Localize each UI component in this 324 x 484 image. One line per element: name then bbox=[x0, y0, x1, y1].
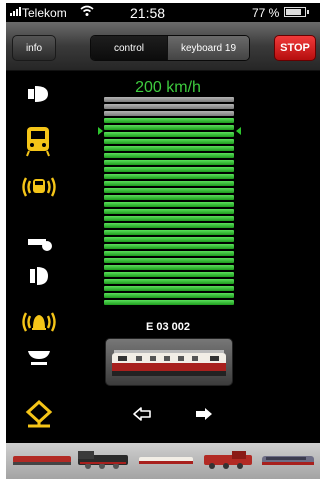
tab-control[interactable]: control bbox=[91, 36, 167, 60]
locomotive-thumb-4[interactable] bbox=[202, 449, 254, 471]
arrow-left-outline-icon[interactable] bbox=[132, 406, 152, 427]
speed-bar-active bbox=[104, 272, 234, 277]
lamp-icon[interactable] bbox=[28, 265, 50, 292]
signal-icon bbox=[10, 6, 21, 16]
bell-sound-icon[interactable] bbox=[20, 309, 58, 340]
carrier-name: Telekom bbox=[22, 6, 67, 20]
speed-bar-active bbox=[104, 188, 234, 193]
locomotive-name: E 03 002 bbox=[145, 321, 191, 333]
train-front-icon[interactable] bbox=[24, 125, 52, 162]
stop-button[interactable]: STOP bbox=[274, 35, 316, 61]
speed-bar-active bbox=[104, 230, 234, 235]
speed-bar-active bbox=[104, 118, 234, 123]
speed-bar-active bbox=[104, 209, 234, 214]
horn-sound-icon[interactable] bbox=[20, 174, 58, 205]
speed-bar-active bbox=[104, 216, 234, 221]
whistle-icon[interactable] bbox=[26, 235, 54, 258]
speed-readout: 200 km/h bbox=[135, 79, 201, 96]
coupler-icon[interactable] bbox=[25, 399, 53, 434]
speed-bar-inactive bbox=[104, 111, 234, 116]
speed-bar-active bbox=[104, 202, 234, 207]
speed-bar-active bbox=[104, 125, 234, 130]
speed-bar-active bbox=[104, 223, 234, 228]
speed-slider[interactable] bbox=[104, 97, 234, 307]
view-segmented-control: control keyboard 19 bbox=[90, 35, 250, 61]
clock: 21:58 bbox=[130, 5, 166, 21]
locomotive-thumb-2[interactable] bbox=[76, 449, 130, 471]
locomotive-image bbox=[112, 350, 226, 376]
toolbar: info control keyboard 19 STOP bbox=[6, 22, 320, 71]
speed-bar-active bbox=[104, 132, 234, 137]
tab-keyboard[interactable]: keyboard 19 bbox=[167, 36, 249, 60]
phone-screen: Telekom 21:58 77 % info control keyboard… bbox=[6, 3, 320, 479]
speed-bar-active bbox=[104, 146, 234, 151]
speed-bar-active bbox=[104, 265, 234, 270]
speed-bar-active bbox=[104, 153, 234, 158]
speed-bar-active bbox=[104, 258, 234, 263]
speed-bar-active bbox=[104, 293, 234, 298]
locomotive-select-button[interactable] bbox=[105, 338, 233, 386]
speed-bar-active bbox=[104, 244, 234, 249]
speed-bar-active bbox=[104, 300, 234, 305]
speed-bar-inactive bbox=[104, 97, 234, 102]
ceiling-light-icon[interactable] bbox=[26, 349, 52, 372]
locomotive-thumb-3[interactable] bbox=[138, 456, 194, 466]
speed-bar-active bbox=[104, 174, 234, 179]
arrow-right-filled-icon[interactable] bbox=[194, 406, 214, 427]
speed-bar-active bbox=[104, 279, 234, 284]
locomotive-thumb-1[interactable] bbox=[12, 453, 72, 467]
battery-icon bbox=[284, 7, 309, 17]
locomotive-carousel bbox=[6, 443, 320, 479]
speed-bar-active bbox=[104, 251, 234, 256]
speed-bar-active bbox=[104, 286, 234, 291]
headlight-icon[interactable] bbox=[26, 83, 52, 110]
speed-bar-active bbox=[104, 237, 234, 242]
speed-bar-active bbox=[104, 195, 234, 200]
speed-bar-inactive bbox=[104, 104, 234, 109]
speed-marker-left-icon bbox=[98, 127, 103, 135]
status-bar: Telekom 21:58 77 % bbox=[6, 3, 320, 22]
battery-percent: 77 % bbox=[252, 6, 280, 20]
locomotive-thumb-5[interactable] bbox=[260, 453, 316, 469]
speed-bar-active bbox=[104, 181, 234, 186]
info-button[interactable]: info bbox=[12, 35, 56, 61]
wifi-icon bbox=[80, 5, 94, 20]
speed-bar-active bbox=[104, 160, 234, 165]
speed-bar-active bbox=[104, 139, 234, 144]
speed-bar-active bbox=[104, 167, 234, 172]
speed-marker-right-icon bbox=[236, 127, 241, 135]
